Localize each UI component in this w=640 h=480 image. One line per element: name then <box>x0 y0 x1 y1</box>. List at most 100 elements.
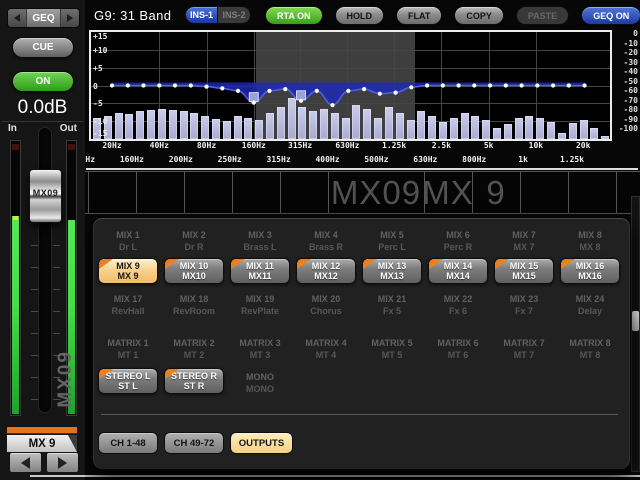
tab-ins-1[interactable]: INS-1 <box>185 6 218 24</box>
channel-name: MT 5 <box>382 350 403 360</box>
fader-cap-label: MX09 <box>33 188 59 198</box>
matrix-8-label: MATRIX 8MT 8 <box>557 337 623 361</box>
eq-band-point[interactable] <box>315 89 319 93</box>
eq-band-point[interactable] <box>267 89 271 93</box>
channel-id: MIX 21 <box>378 294 407 304</box>
fader-tick <box>31 333 38 334</box>
on-button[interactable]: ON <box>12 71 74 92</box>
eq-band-point[interactable] <box>157 83 161 87</box>
corner-wedge-icon <box>429 259 443 269</box>
channel-id: MIX 3 <box>248 230 272 240</box>
rta-on-button[interactable]: RTA ON <box>265 6 323 25</box>
eq-band-point[interactable] <box>551 83 555 87</box>
eq-band-point[interactable] <box>173 83 177 87</box>
corner-wedge-icon <box>231 259 245 269</box>
rta-db-tick-label: -70 <box>613 96 638 105</box>
mix-20-label: MIX 20Chorus <box>293 293 359 317</box>
eq-band-point[interactable] <box>441 83 445 87</box>
ch-1-48-tab[interactable]: CH 1-48 <box>98 432 158 454</box>
button-channel-id: MIX 13 <box>378 261 407 272</box>
prev-effect-button[interactable] <box>8 9 26 27</box>
mix-16-button[interactable]: MIX 16MX16 <box>560 258 620 284</box>
eq-band-point[interactable] <box>457 83 461 87</box>
mix-13-button[interactable]: MIX 13MX13 <box>362 258 422 284</box>
mix-10-button[interactable]: MIX 10MX10 <box>164 258 224 284</box>
eq-band-point[interactable] <box>362 87 366 91</box>
rta-db-tick-label: -40 <box>613 67 638 76</box>
fader-cap[interactable]: MX09 <box>29 169 62 223</box>
corner-wedge-icon <box>165 369 179 379</box>
eq-band-point[interactable] <box>236 89 240 93</box>
eq-band-point[interactable] <box>425 83 429 87</box>
flat-button[interactable]: FLAT <box>396 6 442 25</box>
channel-id: MIX 17 <box>114 294 143 304</box>
hold-button[interactable]: HOLD <box>335 6 385 25</box>
geq-screen: GEQ CUE ON 0.0dB In Out MX09 MX09 MX 9 G… <box>0 0 640 480</box>
eq-band-fader-handle[interactable] <box>249 93 258 102</box>
ch-49-72-tab[interactable]: CH 49-72 <box>164 432 224 454</box>
eq-band-point[interactable] <box>346 89 350 93</box>
eq-band-point[interactable] <box>110 83 114 87</box>
db-tick-label: +5 <box>93 64 103 73</box>
mix-9-button[interactable]: MIX 9MX 9 <box>98 258 158 284</box>
eq-band-point[interactable] <box>567 83 571 87</box>
freq-tick-label: 5k <box>484 141 494 150</box>
prev-channel-button[interactable] <box>9 452 42 473</box>
channel-id: MIX 1 <box>116 230 140 240</box>
cell-divider <box>88 172 89 213</box>
eq-band-point[interactable] <box>299 99 303 103</box>
cue-button[interactable]: CUE <box>12 37 74 58</box>
eq-band-point[interactable] <box>252 101 256 105</box>
eq-band-point[interactable] <box>472 83 476 87</box>
eq-band-point[interactable] <box>504 83 508 87</box>
mix-18-label: MIX 18RevRoom <box>161 293 227 317</box>
cell-divider <box>520 172 521 213</box>
outputs-tab[interactable]: OUTPUTS <box>230 432 293 454</box>
corner-wedge-icon <box>165 259 179 269</box>
geq-on-button[interactable]: GEQ ON <box>581 6 640 25</box>
copy-button[interactable]: COPY <box>454 6 504 25</box>
mix-14-button[interactable]: MIX 14MX14 <box>428 258 488 284</box>
fader-tick <box>31 267 38 268</box>
eq-band-point[interactable] <box>409 85 413 89</box>
eq-band-point[interactable] <box>220 86 224 90</box>
tab-ins-2[interactable]: INS-2 <box>218 6 251 24</box>
divider <box>2 121 83 122</box>
corner-wedge-icon <box>297 259 311 269</box>
next-effect-button[interactable] <box>61 9 79 27</box>
eq-band-point[interactable] <box>378 92 382 96</box>
eq-band-point[interactable] <box>126 83 130 87</box>
matrix-3-label: MATRIX 3MT 3 <box>227 337 293 361</box>
cell-divider <box>280 172 281 213</box>
eq-band-fader-handle[interactable] <box>297 91 306 100</box>
corner-wedge-icon <box>99 259 113 269</box>
eq-band-point[interactable] <box>283 87 287 91</box>
eq-band-point[interactable] <box>189 83 193 87</box>
db-tick-label: -10 <box>93 117 107 126</box>
stereo-r-button[interactable]: STEREO RST R <box>164 368 224 394</box>
scrollbar-track[interactable] <box>631 196 640 472</box>
button-channel-name: MX16 <box>578 271 602 282</box>
eq-band-point[interactable] <box>535 83 539 87</box>
mix-15-button[interactable]: MIX 15MX15 <box>494 258 554 284</box>
fader-tick <box>53 333 60 334</box>
channel-vertical-label: MX09 <box>55 350 77 408</box>
eq-band-point[interactable] <box>141 83 145 87</box>
bottom-edge-highlight <box>30 475 640 477</box>
fader-strip-divider <box>86 168 638 170</box>
left-arrow-icon <box>21 457 30 469</box>
geq-graph[interactable]: +15+10+50-5-10-15 <box>89 30 612 141</box>
mix-12-button[interactable]: MIX 12MX12 <box>296 258 356 284</box>
eq-band-point[interactable] <box>204 85 208 89</box>
stereo-l-button[interactable]: STEREO LST L <box>98 368 158 394</box>
eq-band-point[interactable] <box>488 83 492 87</box>
matrix-1-label: MATRIX 1MT 1 <box>95 337 161 361</box>
mix-11-button[interactable]: MIX 11MX11 <box>230 258 290 284</box>
eq-band-point[interactable] <box>330 103 334 107</box>
next-channel-button[interactable] <box>46 452 79 473</box>
eq-band-point[interactable] <box>583 83 587 87</box>
scrollbar-thumb[interactable] <box>632 311 639 331</box>
eq-band-point[interactable] <box>394 91 398 95</box>
db-tick-label: 0 <box>93 82 98 91</box>
eq-band-point[interactable] <box>520 83 524 87</box>
